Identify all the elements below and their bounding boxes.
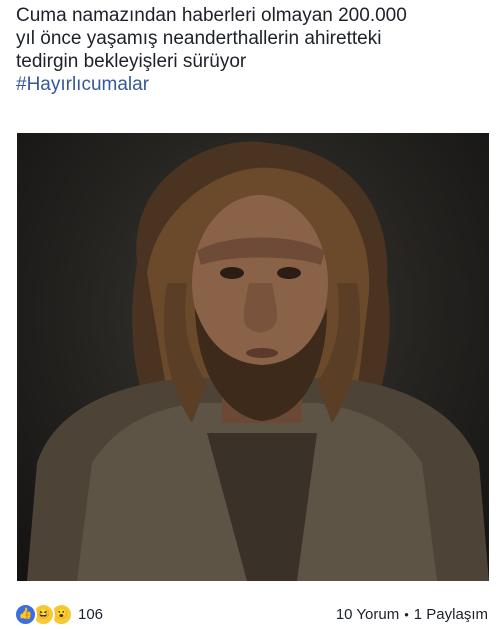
post-text-line-2: yıl önce yaşamış neanderthallerin ahiret… bbox=[16, 28, 382, 49]
like-icon: 👍 bbox=[14, 602, 37, 626]
shares-link[interactable]: 1 Paylaşım bbox=[414, 606, 488, 623]
post-stats: 10 Yorum • 1 Paylaşım bbox=[336, 606, 488, 623]
reaction-count: 106 bbox=[78, 605, 104, 623]
comments-link[interactable]: 10 Yorum bbox=[336, 606, 399, 623]
post-footer: 👍 😆 😮 106 10 Yorum • 1 Paylaşım bbox=[14, 600, 488, 628]
post-text-line-1: Cuma namazından haberleri olmayan 200.00… bbox=[16, 5, 407, 26]
hashtag-link[interactable]: #Hayırlıcumalar bbox=[16, 73, 486, 96]
post-text-line-3: tedirgin bekleyişleri sürüyor bbox=[16, 51, 247, 72]
post-photo[interactable] bbox=[17, 133, 489, 581]
post-text: Cuma namazından haberleri olmayan 200.00… bbox=[16, 4, 486, 96]
neanderthal-portrait-illustration bbox=[27, 141, 489, 581]
reactions-summary[interactable]: 👍 😆 😮 106 bbox=[14, 602, 104, 626]
stats-separator: • bbox=[404, 606, 409, 622]
